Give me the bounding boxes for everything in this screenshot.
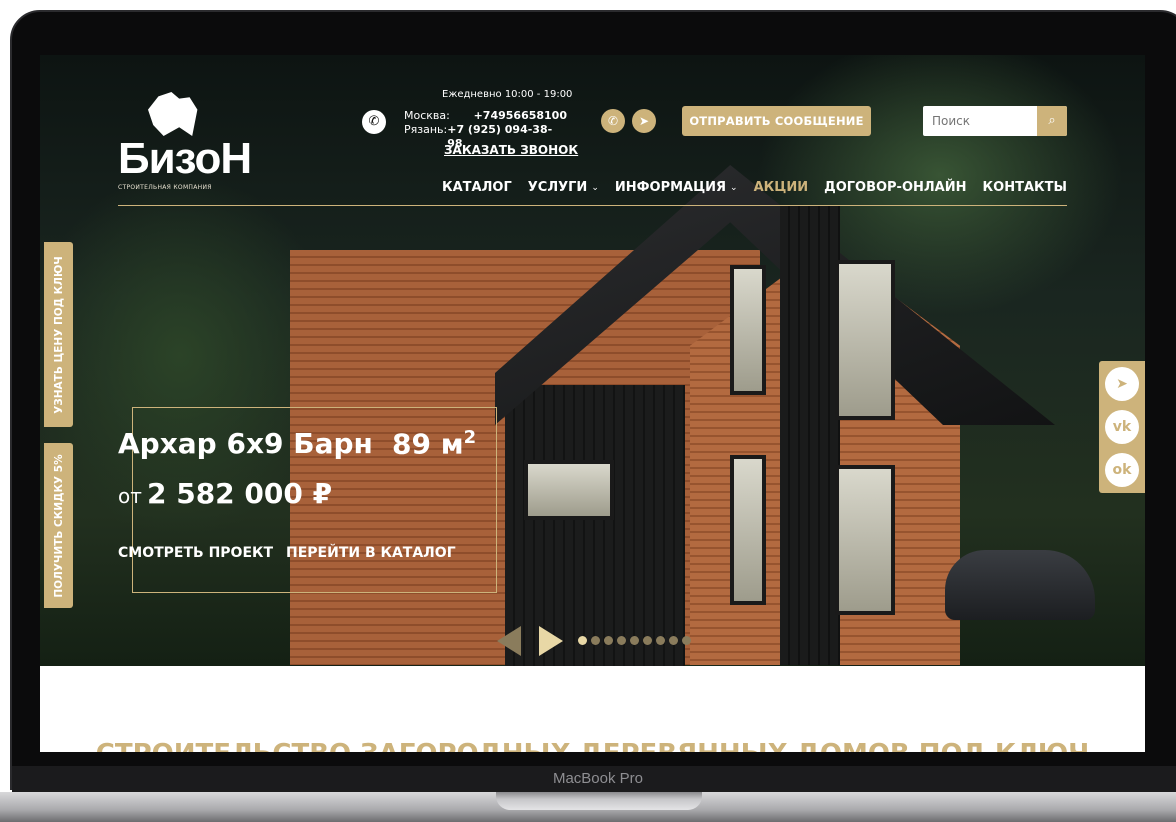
phone-row: Москва: +74956658100	[404, 109, 567, 123]
chevron-down-icon: ⌄	[591, 182, 599, 193]
phone-city: Рязань:	[404, 123, 448, 136]
hero-house-window	[524, 460, 614, 520]
nav-item-label: АКЦИИ	[753, 180, 809, 195]
price-turnkey-label: УЗНАТЬ ЦЕНУ ПОД КЛЮЧ	[52, 255, 65, 414]
nav-item-label: ДОГОВОР-ОНЛАЙН	[824, 180, 967, 195]
promo-area: 89 м2	[392, 427, 476, 460]
slider-dot[interactable]	[617, 636, 626, 645]
slider-next-arrow-icon[interactable]	[539, 626, 563, 656]
social-panel: ➤ vk ok	[1099, 361, 1145, 493]
nav-item-contacts[interactable]: КОНТАКТЫ	[983, 180, 1067, 195]
section-heading: СТРОИТЕЛЬСТВО ЗАГОРОДНЫХ ДЕРЕВЯННЫХ ДОМО…	[40, 739, 1145, 752]
phone-icon: ✆	[362, 110, 386, 134]
working-hours: Ежедневно 10:00 - 19:00	[442, 89, 573, 100]
main-nav: КАТАЛОГ УСЛУГИ ⌄ ИНФОРМАЦИЯ ⌄ АКЦИИ ДОГОВО…	[442, 180, 1067, 195]
slider-dot[interactable]	[643, 636, 652, 645]
hero-house-window	[835, 260, 895, 420]
bison-logo-icon	[148, 92, 198, 136]
promo-area-value: 89 м	[392, 427, 464, 461]
nav-item-information[interactable]: ИНФОРМАЦИЯ ⌄	[615, 180, 738, 195]
search-input[interactable]	[923, 106, 1037, 136]
go-to-catalog-link[interactable]: ПЕРЕЙТИ В КАТАЛОГ	[286, 545, 456, 561]
search-icon[interactable]: ⌕	[1037, 106, 1067, 136]
promo-area-unit-sup: 2	[463, 427, 477, 448]
nav-item-promotions[interactable]: АКЦИИ	[754, 180, 809, 195]
discount-label: ПОЛУЧИТЬ СКИДКУ 5%	[52, 453, 65, 598]
telegram-icon[interactable]: ➤	[632, 109, 656, 133]
slider-dot[interactable]	[630, 636, 639, 645]
hero-house-window	[730, 455, 766, 605]
promo-project-title: Архар 6х9 Барн	[118, 427, 373, 460]
price-turnkey-tab[interactable]: УЗНАТЬ ЦЕНУ ПОД КЛЮЧ	[44, 242, 73, 427]
hero-house-dark-cladding	[505, 385, 685, 666]
odnoklassniki-icon[interactable]: ok	[1105, 453, 1139, 487]
website-screen: БизоН СТРОИТЕЛЬНАЯ КОМПАНИЯ Ежедневно 10…	[40, 55, 1145, 752]
nav-item-label: ИНФОРМАЦИЯ	[614, 180, 727, 195]
nav-item-contract-online[interactable]: ДОГОВОР-ОНЛАЙН	[824, 180, 966, 195]
hero-house-pillar	[780, 205, 840, 665]
logo[interactable]: БизоН СТРОИТЕЛЬНАЯ КОМПАНИЯ	[118, 92, 252, 191]
send-message-button[interactable]: ОТПРАВИТЬ СООБЩЕНИЕ	[682, 106, 871, 136]
logo-subtitle: СТРОИТЕЛЬНАЯ КОМПАНИЯ	[118, 184, 212, 191]
promo-price-prefix: от	[118, 484, 142, 508]
hero-car	[945, 550, 1095, 620]
nav-item-services[interactable]: УСЛУГИ ⌄	[528, 180, 599, 195]
search-box: ⌕	[923, 106, 1067, 136]
nav-item-label: УСЛУГИ	[527, 180, 588, 195]
slider-dot[interactable]	[591, 636, 600, 645]
vk-icon[interactable]: vk	[1105, 410, 1139, 444]
hero-house-window	[835, 465, 895, 615]
slider-dot[interactable]	[604, 636, 613, 645]
header-divider	[118, 205, 1067, 206]
promo-price: 2 582 000 ₽	[146, 477, 333, 510]
slider-dot[interactable]	[669, 636, 678, 645]
laptop-notch	[496, 792, 702, 810]
hero-house-window	[730, 265, 766, 395]
laptop-model-label: MacBook Pro	[552, 770, 644, 787]
chevron-down-icon: ⌄	[730, 182, 738, 193]
slider-dot[interactable]	[578, 636, 587, 645]
phone-number-link[interactable]: +74956658100	[474, 109, 567, 123]
slider-dot[interactable]	[656, 636, 665, 645]
order-callback-link[interactable]: ЗАКАЗАТЬ ЗВОНОК	[444, 143, 578, 157]
promo-price-row: от 2 582 000 ₽	[118, 477, 332, 510]
discount-tab[interactable]: ПОЛУЧИТЬ СКИДКУ 5%	[44, 443, 73, 608]
telegram-icon[interactable]: ➤	[1105, 367, 1139, 401]
slider-dot[interactable]	[682, 636, 691, 645]
nav-item-label: КАТАЛОГ	[442, 180, 512, 195]
slider-prev-arrow-icon[interactable]	[497, 626, 521, 656]
nav-item-label: КОНТАКТЫ	[982, 180, 1067, 195]
phone-city: Москва:	[404, 109, 450, 122]
nav-item-catalog[interactable]: КАТАЛОГ	[442, 180, 512, 195]
hero-slider: БизоН СТРОИТЕЛЬНАЯ КОМПАНИЯ Ежедневно 10…	[40, 55, 1145, 666]
whatsapp-icon[interactable]: ✆	[601, 109, 625, 133]
logo-text: БизоН	[118, 134, 252, 183]
slider-pagination	[578, 636, 691, 645]
view-project-link[interactable]: СМОТРЕТЬ ПРОЕКТ	[118, 545, 273, 561]
